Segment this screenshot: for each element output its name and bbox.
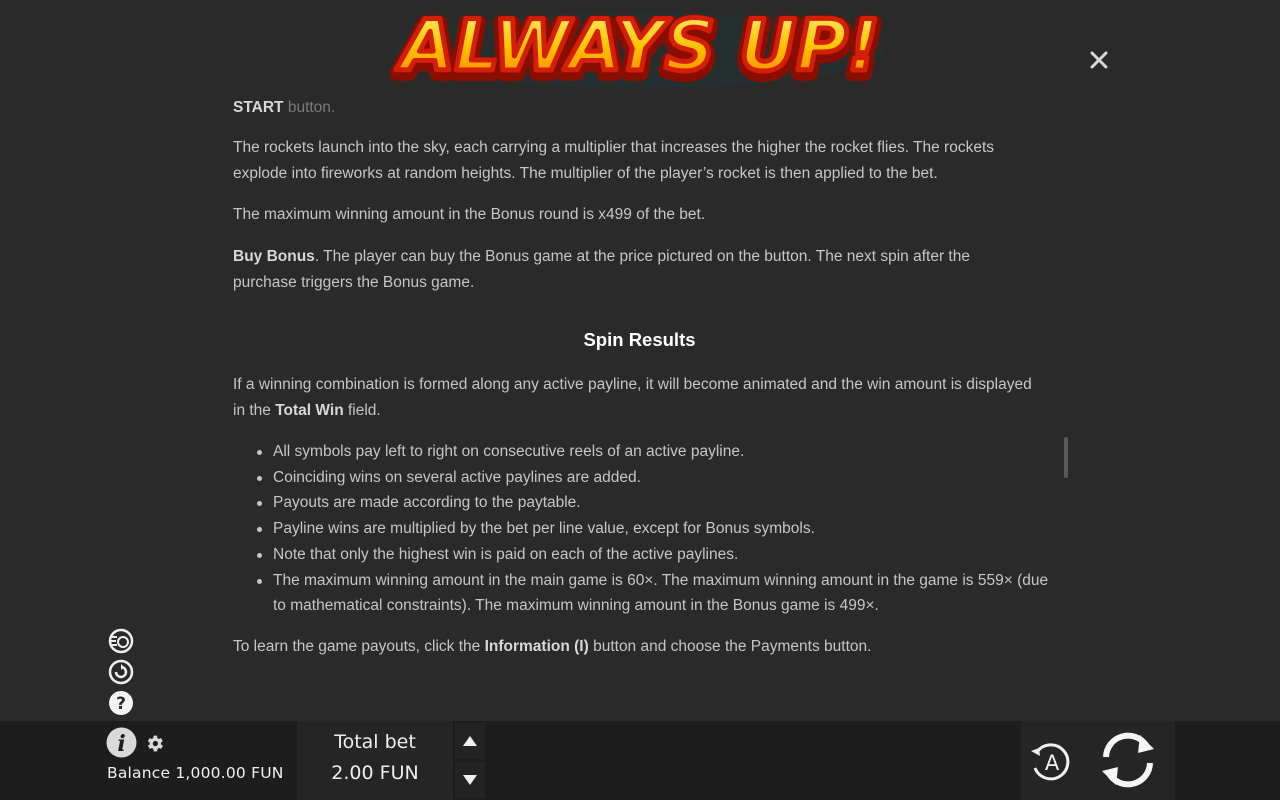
bet-increase-button[interactable] [455, 723, 485, 759]
rules-content[interactable]: START button. The rockets launch into th… [233, 96, 1048, 711]
list-item: Payline wins are multiplied by the bet p… [257, 516, 1048, 542]
list-item: All symbols pay left to right on consecu… [257, 439, 1048, 465]
section-title: Spin Results [583, 329, 696, 350]
spin-button[interactable] [1094, 727, 1162, 793]
help-button[interactable]: ? [108, 690, 134, 716]
max-bonus-paragraph: The maximum winning amount in the Bonus … [233, 206, 706, 223]
partial-line: START button. [233, 99, 336, 116]
autoplay-label: A [1045, 751, 1060, 775]
close-icon [1090, 51, 1108, 69]
logo-text: ALWAYS UP! [395, 5, 879, 87]
help-icon: ? [109, 691, 133, 715]
bet-decrease-button[interactable] [455, 762, 485, 798]
spin-results-intro: If a winning combination is formed along… [233, 376, 1032, 419]
history-icon [108, 659, 134, 685]
gear-icon [147, 735, 163, 752]
autoplay-icon: A [1031, 743, 1070, 781]
spin-icon [1102, 732, 1154, 788]
close-button[interactable] [1086, 47, 1112, 73]
rockets-paragraph: The rockets launch into the sky, each ca… [233, 139, 995, 182]
list-item: The maximum winning amount in the main g… [257, 568, 1048, 619]
arrow-up-icon [463, 736, 477, 746]
list-item: Payouts are made according to the paytab… [257, 490, 1048, 516]
balance-display: Balance 1,000.00 FUN [107, 764, 284, 782]
total-bet-value: 2.00 FUN [331, 762, 419, 784]
total-bet-panel: Total bet 2.00 FUN [297, 721, 453, 800]
list-item: Note that only the highest win is paid o… [257, 542, 1048, 568]
info-button[interactable]: i [106, 727, 137, 758]
history-button[interactable] [108, 659, 134, 685]
svg-text:i: i [117, 731, 125, 757]
svg-text:?: ? [116, 694, 126, 714]
game-logo: ALWAYS UP! ALWAYS UP! [390, 0, 890, 96]
logo-graphic: ALWAYS UP! ALWAYS UP! [390, 2, 887, 96]
total-bet-label: Total bet [334, 731, 416, 753]
game-rules-screen: ALWAYS UP! ALWAYS UP! START button. The … [0, 0, 1280, 800]
scrollbar-thumb[interactable] [1064, 437, 1068, 478]
info-icon: i [106, 727, 137, 758]
spin-results-list: All symbols pay left to right on consecu… [233, 439, 1048, 619]
buy-bonus-paragraph: Buy Bonus. The player can buy the Bonus … [233, 248, 970, 291]
settings-button[interactable] [144, 733, 165, 754]
list-item: Coinciding wins on several active paylin… [257, 465, 1048, 491]
arrow-down-icon [463, 775, 477, 785]
autoplay-button[interactable]: A [1027, 738, 1075, 786]
quick-spin-button[interactable] [108, 628, 134, 654]
quick-spin-icon [108, 628, 134, 654]
payouts-paragraph: To learn the game payouts, click the Inf… [233, 638, 872, 655]
